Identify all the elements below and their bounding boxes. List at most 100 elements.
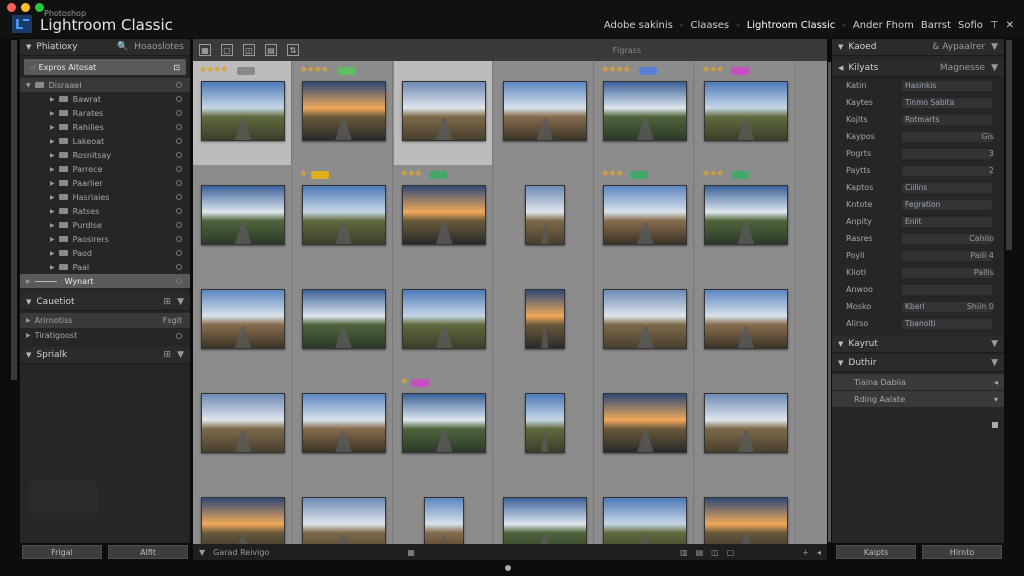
metadata-row[interactable]: Mosko Kbarl Shiin 0 [832,298,1004,315]
export-button[interactable]: Alfit [108,545,188,559]
color-label-badge[interactable] [237,67,255,75]
module-item[interactable]: Adobe sakinis [604,20,673,31]
compare-icon[interactable]: ◫ [243,44,255,56]
color-label-badge[interactable] [731,171,749,179]
section-header[interactable]: ▼ Kayrut ▼ [832,336,1004,353]
photo-cell[interactable]: ★★★★ [193,61,292,166]
photo-cell[interactable] [293,477,393,544]
photo-thumbnail[interactable] [402,393,487,453]
add-icon[interactable] [176,278,182,284]
keywords-header[interactable]: ◀ Kilyats Magnesse ▼ [832,60,1004,77]
color-label-badge[interactable] [639,67,658,75]
photo-thumbnail[interactable] [603,497,688,544]
close-icon[interactable]: ✕ [1006,20,1014,31]
metadata-value[interactable]: Fegration [902,199,992,210]
photo-cell[interactable] [394,61,494,166]
photo-thumbnail[interactable] [502,497,587,544]
folder-item[interactable]: ▶ Rosnitsay [20,148,190,162]
arrow-icon[interactable]: ◂ [817,548,821,557]
photo-thumbnail[interactable] [301,497,386,544]
right-scrollbar[interactable] [1006,40,1012,250]
navigator-header[interactable]: ▼ Phiatioxy 🔍 Hoaoslotes [20,39,190,56]
view-icon[interactable]: ◫ [711,548,719,557]
photo-thumbnail[interactable] [704,81,788,141]
list-item[interactable]: Rding Aalate ▾ [832,391,1004,407]
search-icon[interactable]: 🔍 [117,42,128,52]
photo-cell[interactable] [494,165,594,270]
histogram-header[interactable]: ▼ Kaoed & Aypaalrer ▼ [832,39,1004,56]
folder-item[interactable]: ▶ Lakeoat [20,134,190,148]
module-item[interactable]: Ander Fhom [853,20,914,31]
collection-item[interactable]: ▶ Tiratigoost [20,328,190,343]
rating-stars[interactable]: ★★★★ [300,65,329,75]
folder-item[interactable]: ▶ Hasriaies [20,190,190,204]
metadata-value[interactable]: Rotmarts [902,114,992,125]
photo-thumbnail[interactable] [603,393,688,453]
photo-thumbnail[interactable] [301,289,386,349]
color-label-badge[interactable] [337,67,356,75]
photo-thumbnail[interactable] [524,289,565,349]
folder-item[interactable]: ▶ Paosirers [20,232,190,246]
photo-cell[interactable]: ★★★★ [293,61,393,166]
rating-stars[interactable]: ★★★ [702,65,724,75]
metadata-value[interactable] [902,131,992,142]
photo-cell[interactable] [595,269,695,374]
metadata-row[interactable]: Kntote Fegration [832,196,1004,213]
import-button[interactable]: Frigal [22,545,102,559]
filter-label[interactable]: Flgrass [613,46,641,55]
collections-header[interactable]: ▼ Cauetiot ⊞ ▼ [20,294,190,311]
photo-thumbnail[interactable] [402,289,487,349]
metadata-value[interactable]: Tinmo Sabita [902,97,992,108]
photo-cell[interactable] [696,373,795,478]
module-tool-icon[interactable]: ⊤ [990,20,999,31]
plus-icon[interactable]: ⊞ [164,350,172,360]
metadata-row[interactable]: Kaptos Ciilins [832,179,1004,196]
photo-cell[interactable] [494,61,594,166]
folder-item[interactable]: ▶ Ratses [20,204,190,218]
photo-cell[interactable] [394,269,494,374]
photo-thumbnail[interactable] [704,289,788,349]
rating-stars[interactable]: ★★★★ [601,65,630,75]
rating-stars[interactable]: ★ [400,377,408,387]
rating-stars[interactable]: ★★★★ [199,65,228,75]
metadata-row[interactable]: Pogrts 3 [832,145,1004,162]
metadata-row[interactable]: Kojlts Rotmarts [832,111,1004,128]
photo-thumbnail[interactable] [402,185,487,245]
photo-thumbnail[interactable] [201,185,285,245]
rating-stars[interactable]: ★★★ [601,169,623,179]
folder-item[interactable]: ▶ Rahilies [20,120,190,134]
photo-thumbnail[interactable] [424,497,465,544]
photo-cell[interactable]: ★★★ [696,61,795,166]
folder-item[interactable]: ▶ Rarates [20,106,190,120]
photo-cell[interactable]: ★ [394,373,494,478]
metadata-row[interactable]: Paytts 2 [832,162,1004,179]
photo-thumbnail[interactable] [502,81,587,141]
rating-stars[interactable]: ★★★ [400,169,422,179]
photo-cell[interactable] [293,373,393,478]
photo-cell[interactable] [193,269,292,374]
plus-icon[interactable]: + [802,548,809,557]
survey-icon[interactable]: ▤ [265,44,277,56]
photo-cell[interactable] [696,477,795,544]
maximize-window-icon[interactable] [35,3,44,12]
module-item[interactable]: Claases [691,20,730,31]
view-icon[interactable]: ▥ [680,548,688,557]
photo-cell[interactable]: ★★★★ [595,61,695,166]
plus-icon[interactable]: ⊞ [164,297,172,307]
grid-scrollbar[interactable] [828,62,831,542]
minimize-window-icon[interactable] [21,3,30,12]
metadata-value[interactable]: Hasinkis [902,80,992,91]
metadata-value[interactable] [902,165,992,176]
photo-cell[interactable] [595,373,695,478]
folder-item[interactable]: ▶ Bawrat [20,92,190,106]
color-label-badge[interactable] [731,67,749,75]
metadata-value[interactable] [902,148,992,159]
rating-stars[interactable]: ★★★ [702,169,724,179]
rating-stars[interactable]: ★ [300,169,308,179]
metadata-row[interactable]: Poyli Paili 4 [832,247,1004,264]
photo-thumbnail[interactable] [603,289,688,349]
photo-cell[interactable]: ★ [293,165,393,270]
publish-header[interactable]: ▼ Sprialk ⊞ ▼ [20,347,190,364]
photo-thumbnail[interactable] [301,81,386,141]
photo-cell[interactable]: ★★★ [394,165,494,270]
